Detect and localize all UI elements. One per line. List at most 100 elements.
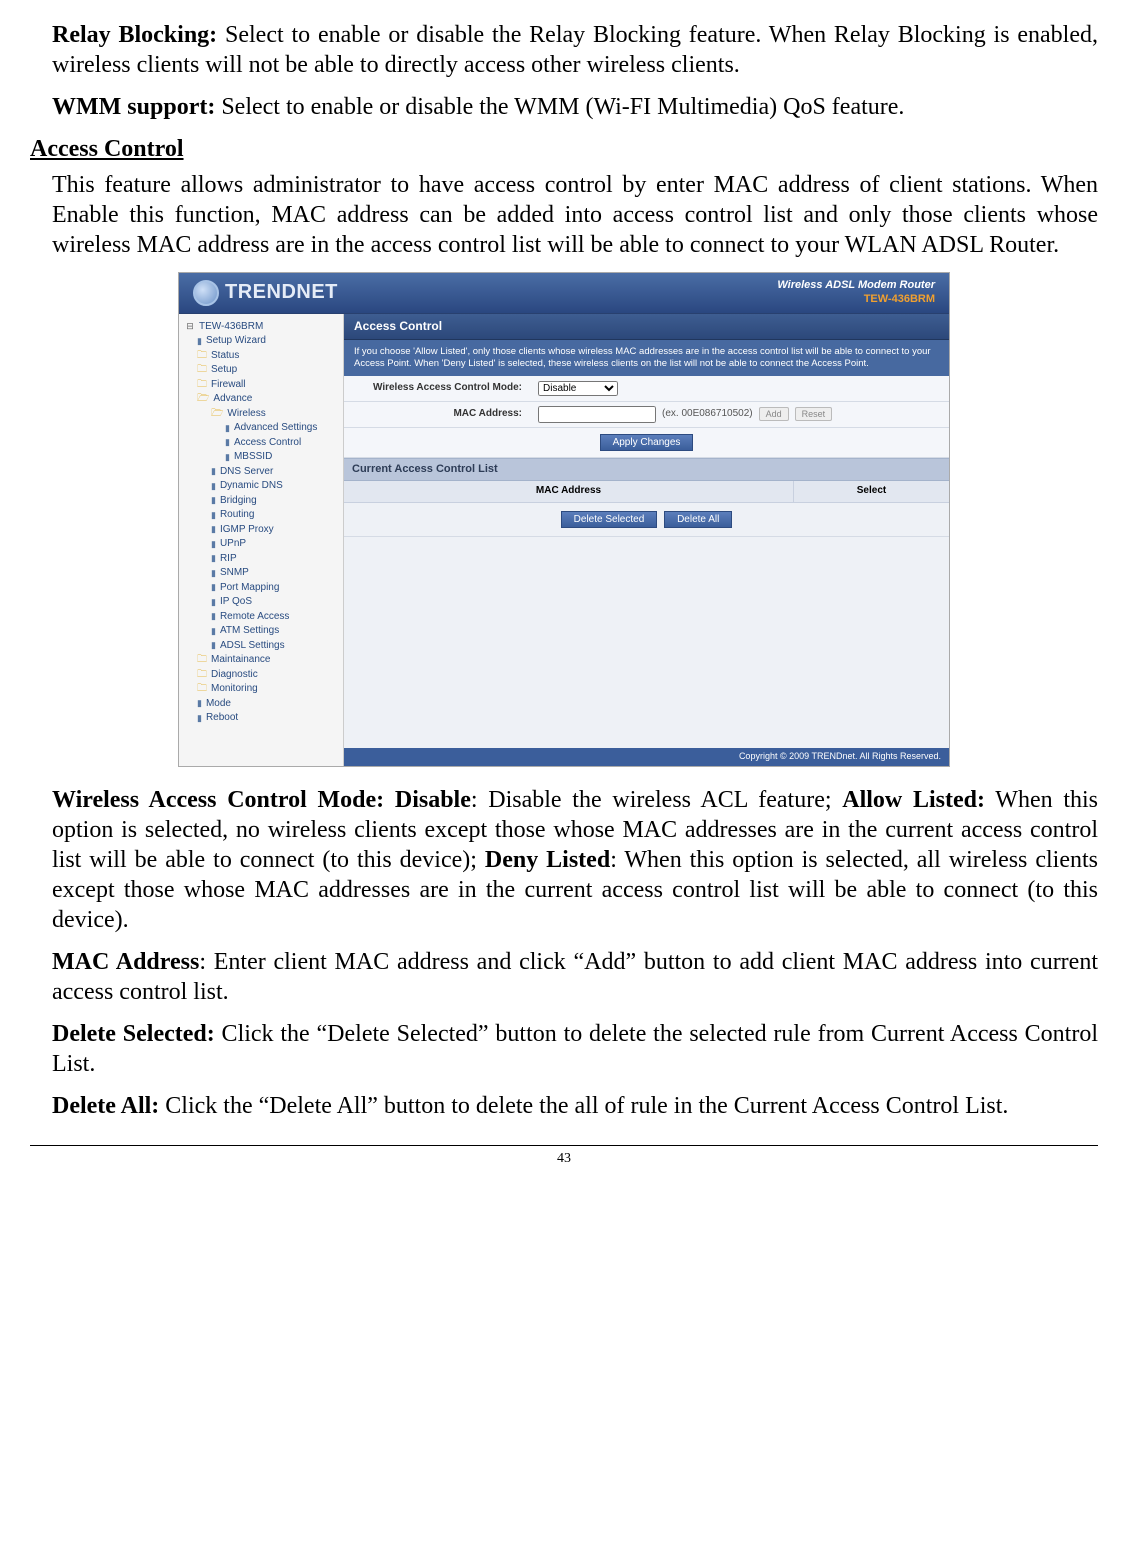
- folder-icon: 🗀: [197, 654, 207, 667]
- add-button[interactable]: Add: [759, 407, 789, 421]
- page-icon: ▮: [211, 466, 216, 477]
- page-icon: ▮: [197, 713, 202, 724]
- page-icon: ▮: [225, 437, 230, 448]
- col-select-header: Select: [794, 481, 949, 502]
- delete-row: Delete Selected Delete All: [344, 503, 949, 537]
- page-icon: ▮: [211, 626, 216, 637]
- folder-icon: 🗀: [197, 683, 207, 696]
- nav-advance[interactable]: 🗁Advance: [183, 392, 343, 407]
- wmm-label: WMM support:: [52, 94, 215, 120]
- nav-maintainance[interactable]: 🗀Maintainance: [183, 653, 343, 668]
- nav-upnp[interactable]: ▮UPnP: [183, 537, 343, 552]
- folder-icon: 🗀: [197, 379, 207, 392]
- page-icon: ▮: [211, 582, 216, 593]
- collapse-icon: ⊟: [185, 321, 195, 332]
- mac-input[interactable]: [538, 406, 656, 423]
- delete-all-button[interactable]: Delete All: [664, 511, 732, 528]
- router-header: TRENDNET Wireless ADSL Modem Router TEW-…: [179, 273, 949, 314]
- page-footer: 43: [30, 1145, 1098, 1168]
- page-icon: ▮: [225, 452, 230, 463]
- mode-disable-text: : Disable the wireless ACL feature;: [471, 787, 842, 813]
- router-panel-wrapper: TRENDNET Wireless ADSL Modem Router TEW-…: [30, 272, 1098, 767]
- page-icon: ▮: [211, 553, 216, 564]
- nav-snmp[interactable]: ▮SNMP: [183, 566, 343, 581]
- folder-icon: 🗀: [197, 350, 207, 363]
- page-icon: ▮: [211, 495, 216, 506]
- nav-setup-wizard[interactable]: ▮Setup Wizard: [183, 334, 343, 349]
- header-right: Wireless ADSL Modem Router TEW-436BRM: [777, 279, 935, 307]
- page-icon: ▮: [211, 481, 216, 492]
- brand-swirl-icon: [193, 280, 219, 306]
- mode-row: Wireless Access Control Mode: Disable: [344, 376, 949, 402]
- nav-access-control[interactable]: ▮Access Control: [183, 436, 343, 451]
- nav-setup[interactable]: 🗀Setup: [183, 363, 343, 378]
- acl-table-header: MAC Address Select: [344, 481, 949, 503]
- nav-wireless[interactable]: 🗁Wireless: [183, 407, 343, 422]
- nav-adsl-settings[interactable]: ▮ADSL Settings: [183, 639, 343, 654]
- nav-routing[interactable]: ▮Routing: [183, 508, 343, 523]
- mac-label: MAC Address:: [344, 402, 530, 427]
- mode-disable-label: Wireless Access Control Mode: Disable: [52, 787, 471, 813]
- page-icon: ▮: [211, 539, 216, 550]
- nav-reboot[interactable]: ▮Reboot: [183, 711, 343, 726]
- nav-dns-server[interactable]: ▮DNS Server: [183, 465, 343, 480]
- nav-mbssid[interactable]: ▮MBSSID: [183, 450, 343, 465]
- page-icon: ▮: [225, 423, 230, 434]
- page-icon: ▮: [211, 524, 216, 535]
- reset-button[interactable]: Reset: [795, 407, 833, 421]
- page-number: 43: [557, 1151, 571, 1166]
- delete-all-para: Delete All: Click the “Delete All” butto…: [52, 1091, 1098, 1121]
- nav-firewall[interactable]: 🗀Firewall: [183, 378, 343, 393]
- copyright-bar: Copyright © 2009 TRENDnet. All Rights Re…: [344, 748, 949, 765]
- nav-igmp-proxy[interactable]: ▮IGMP Proxy: [183, 523, 343, 538]
- mac-example: (ex. 00E086710502): [662, 408, 753, 421]
- delete-all-text: Click the “Delete All” button to delete …: [159, 1093, 1008, 1119]
- access-control-intro: This feature allows administrator to hav…: [52, 170, 1098, 260]
- nav-atm-settings[interactable]: ▮ATM Settings: [183, 624, 343, 639]
- wmm-para: WMM support: Select to enable or disable…: [52, 92, 1098, 122]
- delete-selected-button[interactable]: Delete Selected: [561, 511, 658, 528]
- nav-ip-qos[interactable]: ▮IP QoS: [183, 595, 343, 610]
- nav-root[interactable]: ⊟ TEW-436BRM: [183, 320, 343, 335]
- nav-sidebar: ⊟ TEW-436BRM ▮Setup Wizard 🗀Status 🗀Setup…: [179, 314, 344, 766]
- nav-port-mapping[interactable]: ▮Port Mapping: [183, 581, 343, 596]
- nav-dynamic-dns[interactable]: ▮Dynamic DNS: [183, 479, 343, 494]
- access-control-heading: Access Control: [30, 134, 1098, 164]
- nav-monitoring[interactable]: 🗀Monitoring: [183, 682, 343, 697]
- nav-advanced-settings[interactable]: ▮Advanced Settings: [183, 421, 343, 436]
- apply-row: Apply Changes: [344, 428, 949, 458]
- relay-blocking-label: Relay Blocking:: [52, 22, 217, 48]
- relay-blocking-para: Relay Blocking: Select to enable or disa…: [52, 20, 1098, 80]
- page-icon: ▮: [197, 698, 202, 709]
- brand-name: TRENDNET: [225, 280, 338, 305]
- apply-changes-button[interactable]: Apply Changes: [600, 434, 694, 451]
- nav-bridging[interactable]: ▮Bridging: [183, 494, 343, 509]
- mode-allow-label: Allow Listed:: [842, 787, 985, 813]
- nav-remote-access[interactable]: ▮Remote Access: [183, 610, 343, 625]
- brand-logo: TRENDNET: [193, 280, 338, 306]
- nav-rip[interactable]: ▮RIP: [183, 552, 343, 567]
- product-line: Wireless ADSL Modem Router: [777, 279, 935, 291]
- mac-row: MAC Address: (ex. 00E086710502) Add Rese…: [344, 402, 949, 428]
- info-bar: If you choose 'Allow Listed', only those…: [344, 340, 949, 377]
- nav-mode[interactable]: ▮Mode: [183, 697, 343, 712]
- mode-deny-label: Deny Listed: [485, 847, 610, 873]
- page-icon: ▮: [211, 568, 216, 579]
- nav-root-label: TEW-436BRM: [199, 321, 263, 334]
- mode-explain-para: Wireless Access Control Mode: Disable: D…: [52, 785, 1098, 935]
- mac-address-label: MAC Address: [52, 949, 199, 975]
- acl-section-title: Current Access Control List: [344, 458, 949, 482]
- mode-select[interactable]: Disable: [538, 381, 618, 396]
- wmm-text: Select to enable or disable the WMM (Wi-…: [215, 94, 904, 120]
- folder-open-icon: 🗁: [197, 393, 209, 406]
- nav-diagnostic[interactable]: 🗀Diagnostic: [183, 668, 343, 683]
- folder-open-icon: 🗁: [211, 408, 223, 421]
- page-icon: ▮: [211, 597, 216, 608]
- page-icon: ▮: [211, 611, 216, 622]
- delete-selected-label: Delete Selected:: [52, 1021, 215, 1047]
- page-icon: ▮: [211, 510, 216, 521]
- delete-all-label: Delete All:: [52, 1093, 159, 1119]
- folder-icon: 🗀: [197, 364, 207, 377]
- nav-status[interactable]: 🗀Status: [183, 349, 343, 364]
- mac-address-text: : Enter client MAC address and click “Ad…: [52, 949, 1098, 1005]
